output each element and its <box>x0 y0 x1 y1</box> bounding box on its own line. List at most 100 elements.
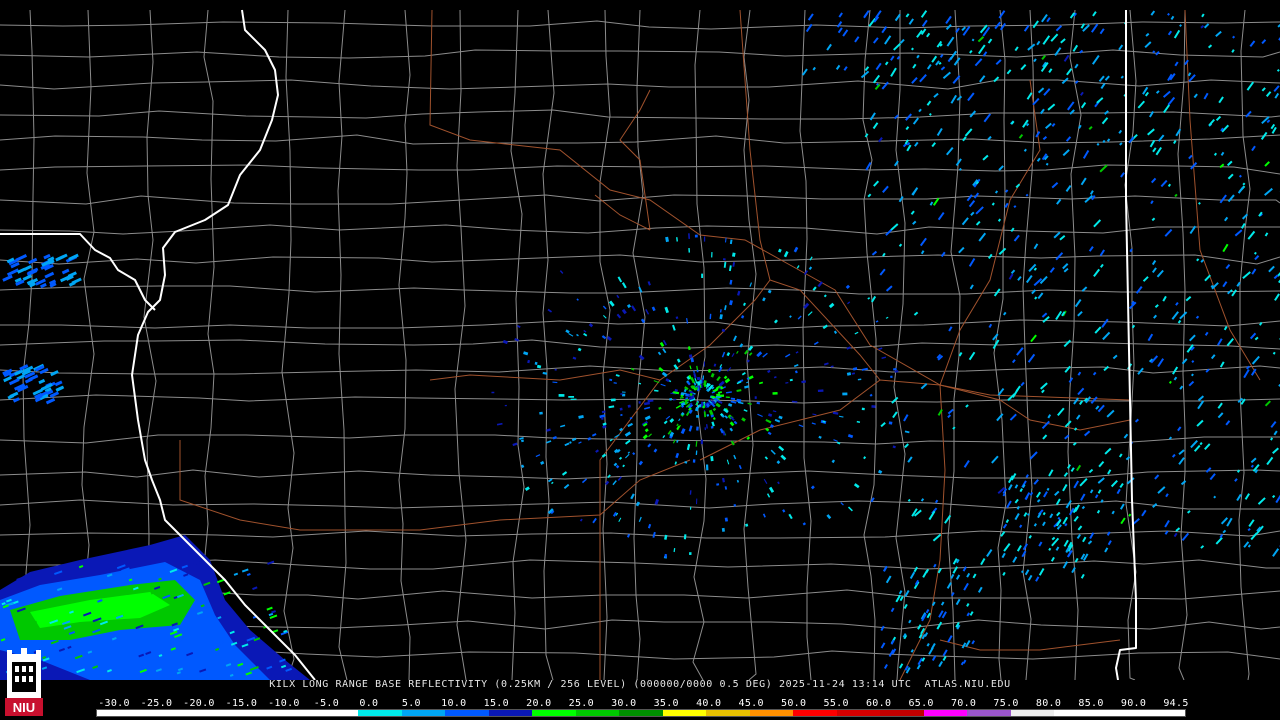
radar-map <box>0 0 1280 680</box>
echo-pixel <box>1027 43 1036 51</box>
colorbar-segment <box>706 710 750 716</box>
echo-pixel <box>1026 92 1033 100</box>
echo-pixel <box>1173 376 1178 381</box>
echo-pixel <box>1080 493 1086 501</box>
echo-pixel <box>1049 513 1054 519</box>
echo-pixel <box>676 237 678 242</box>
echo-pixel <box>1196 419 1204 427</box>
echo-pixel <box>1165 493 1169 498</box>
echo-pixel <box>983 113 992 123</box>
echo-pixel <box>620 393 623 395</box>
colorbar-tick-label: 55.0 <box>823 698 849 709</box>
echo-pixel <box>39 282 47 289</box>
echo-pixel <box>778 445 785 452</box>
echo-pixel <box>854 331 859 335</box>
echo-pixel <box>994 190 999 194</box>
echo-pixel <box>721 527 725 532</box>
echo-pixel <box>1106 138 1111 142</box>
echo-pixel <box>1150 10 1156 16</box>
echo-pixel <box>689 552 692 556</box>
echo-pixel <box>733 454 737 460</box>
echo-pixel <box>1247 544 1251 548</box>
echo-pixel <box>1210 354 1216 360</box>
echo-pixel <box>1002 523 1008 529</box>
echo-pixel <box>885 575 892 584</box>
echo-pixel <box>1014 46 1019 52</box>
echo-pixel <box>871 405 876 408</box>
echo-pixel <box>823 294 827 298</box>
echo-pixel <box>1062 484 1068 492</box>
echo-pixel <box>688 233 691 239</box>
echo-pixel <box>1042 434 1048 440</box>
echo-pixel <box>977 36 985 43</box>
echo-pixel <box>568 333 574 337</box>
echo-pixel <box>1179 385 1184 390</box>
echo-pixel <box>937 211 945 221</box>
echo-pixel <box>928 113 932 116</box>
echo-pixel <box>1112 354 1118 360</box>
echo-pixel <box>569 441 572 444</box>
echo-pixel <box>1187 510 1191 514</box>
echo-pixel <box>911 76 918 84</box>
echo-pixel <box>919 74 927 83</box>
echo-pixel <box>831 459 836 464</box>
echo-pixel <box>608 405 615 409</box>
echo-pixel <box>762 297 766 302</box>
echo-pixel <box>971 38 975 42</box>
echo-pixel <box>631 305 637 312</box>
echo-pixel <box>61 268 70 275</box>
echo-pixel <box>601 335 607 340</box>
echo-pixel <box>665 236 669 243</box>
echo-pixel <box>1077 371 1082 376</box>
echo-pixel <box>716 376 721 382</box>
echo-pixel <box>970 211 975 216</box>
echo-pixel <box>788 513 793 520</box>
echo-pixel <box>534 361 538 366</box>
echo-pixel <box>863 12 868 19</box>
echo-pixel <box>560 424 566 428</box>
echo-pixel <box>898 590 903 595</box>
echo-pixel <box>572 356 577 360</box>
echo-pixel <box>1055 546 1060 551</box>
echo-pixel <box>1175 128 1182 137</box>
echo-pixel <box>665 415 671 420</box>
echo-pixel <box>842 392 848 396</box>
echo-pixel <box>768 486 775 493</box>
echo-pixel <box>658 406 662 410</box>
echo-pixel <box>767 289 772 294</box>
echo-pixel <box>724 486 728 490</box>
echo-pixel <box>583 329 587 333</box>
colorbar-tick-label: 30.0 <box>611 698 637 709</box>
echo-pixel <box>986 549 993 557</box>
echo-pixel <box>926 32 931 38</box>
echo-pixel <box>962 566 967 572</box>
echo-pixel <box>732 262 736 267</box>
echo-pixel <box>1081 505 1086 510</box>
echo-pixel <box>1014 512 1020 521</box>
echo-pixel <box>602 422 607 426</box>
echo-pixel <box>934 499 939 504</box>
echo-pixel <box>1062 516 1068 525</box>
echo-pixel <box>607 474 611 479</box>
echo-pixel <box>885 285 893 292</box>
colorbar-tick-label: 50.0 <box>781 698 807 709</box>
echo-pixel <box>907 456 913 463</box>
colorbar-segment <box>619 710 663 716</box>
echo-pixel <box>1250 457 1257 464</box>
echo-pixel <box>3 376 12 383</box>
colorbar-segment <box>662 710 707 716</box>
echo-pixel <box>1123 433 1129 439</box>
echo-pixel <box>852 367 858 371</box>
echo-pixel <box>729 279 733 285</box>
echo-pixel <box>1276 68 1280 72</box>
echo-pixel <box>904 443 909 449</box>
echo-pixel <box>1234 478 1238 482</box>
echo-pixel <box>838 415 844 418</box>
echo-pixel <box>977 44 986 55</box>
echo-pixel <box>1012 556 1018 563</box>
echo-pixel <box>1200 545 1205 549</box>
colorbar-segment <box>97 710 141 716</box>
echo-pixel <box>1048 469 1054 477</box>
echo-pixel <box>644 428 649 433</box>
echo-pixel <box>519 436 524 440</box>
